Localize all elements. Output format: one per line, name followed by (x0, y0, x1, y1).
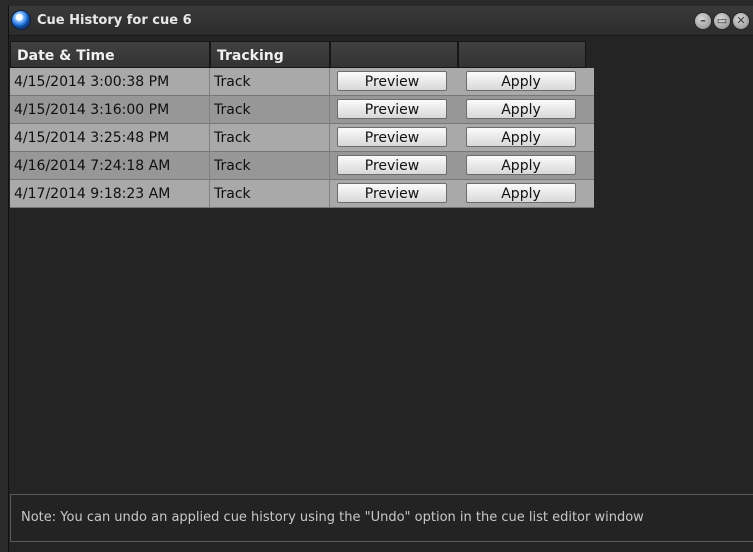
cue-history-window: Cue History for cue 6 – ▭ ✕ Date & Time … (8, 6, 753, 552)
preview-button[interactable]: Preview (337, 71, 447, 91)
date-cell: 4/15/2014 3:16:00 PM (10, 96, 210, 124)
date-cell: 4/15/2014 3:25:48 PM (10, 124, 210, 152)
maximize-button[interactable]: ▭ (714, 13, 730, 29)
column-header-preview[interactable] (330, 41, 458, 68)
app-globe-icon (12, 11, 30, 29)
date-cell: 4/16/2014 7:24:18 AM (10, 152, 210, 180)
table-row[interactable]: 4/15/2014 3:16:00 PM Track Preview Apply (10, 96, 594, 124)
apply-button[interactable]: Apply (466, 71, 576, 91)
column-header-date[interactable]: Date & Time (10, 41, 210, 68)
table-row[interactable]: 4/17/2014 9:18:23 AM Track Preview Apply (10, 180, 594, 208)
date-cell: 4/17/2014 9:18:23 AM (10, 180, 210, 208)
apply-button[interactable]: Apply (466, 155, 576, 175)
apply-button[interactable]: Apply (466, 183, 576, 203)
preview-button[interactable]: Preview (337, 183, 447, 203)
preview-button[interactable]: Preview (337, 99, 447, 119)
minimize-icon: – (700, 14, 706, 27)
tracking-cell: Track (210, 68, 330, 96)
apply-button[interactable]: Apply (466, 127, 576, 147)
minimize-button[interactable]: – (695, 13, 711, 29)
maximize-icon: ▭ (716, 14, 728, 27)
apply-button[interactable]: Apply (466, 99, 576, 119)
close-button[interactable]: ✕ (733, 13, 749, 29)
column-header-apply[interactable] (458, 41, 586, 68)
table-row[interactable]: 4/15/2014 3:25:48 PM Track Preview Apply (10, 124, 594, 152)
table-row[interactable]: 4/15/2014 3:00:38 PM Track Preview Apply (10, 68, 594, 96)
window-title: Cue History for cue 6 (37, 13, 192, 28)
title-bar[interactable]: Cue History for cue 6 – ▭ ✕ (9, 6, 753, 36)
undo-note: Note: You can undo an applied cue histor… (10, 494, 753, 542)
preview-button[interactable]: Preview (337, 127, 447, 147)
column-header-tracking[interactable]: Tracking (210, 41, 330, 68)
tracking-cell: Track (210, 180, 330, 208)
tracking-cell: Track (210, 152, 330, 180)
tracking-cell: Track (210, 124, 330, 152)
date-cell: 4/15/2014 3:00:38 PM (10, 68, 210, 96)
preview-button[interactable]: Preview (337, 155, 447, 175)
tracking-cell: Track (210, 96, 330, 124)
close-icon: ✕ (736, 14, 746, 27)
table-row[interactable]: 4/16/2014 7:24:18 AM Track Preview Apply (10, 152, 594, 180)
